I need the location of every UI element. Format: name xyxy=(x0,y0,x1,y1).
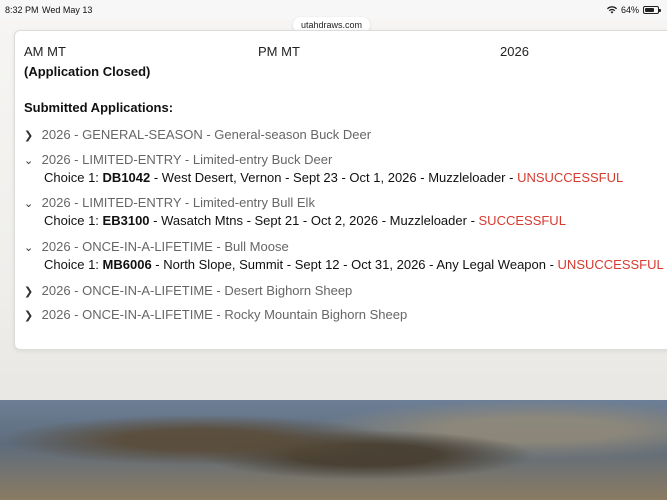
draw-result: SUCCESSFUL xyxy=(478,213,566,228)
application-title: 2026 - ONCE-IN-A-LIFETIME - Desert Bigho… xyxy=(41,283,353,298)
draw-result: UNSUCCESSFUL xyxy=(517,170,624,185)
submitted-applications-heading: Submitted Applications: xyxy=(24,100,174,115)
choice-line: Choice 1: MB6006 - North Slope, Summit -… xyxy=(44,257,664,272)
background-photo xyxy=(0,400,667,500)
application-title: 2026 - ONCE-IN-A-LIFETIME - Rocky Mounta… xyxy=(41,307,408,322)
status-date: Wed May 13 xyxy=(42,5,93,15)
truncated-text-right: 2026 xyxy=(500,44,529,59)
application-closed-label: (Application Closed) xyxy=(24,64,151,79)
chevron-right-icon: ❯ xyxy=(24,130,34,142)
hunt-code: EB3100 xyxy=(102,213,150,228)
choice-label: Choice 1: xyxy=(44,257,103,272)
choice-line: Choice 1: DB1042 - West Desert, Vernon -… xyxy=(44,170,623,185)
chevron-right-icon: ❯ xyxy=(24,310,34,322)
truncated-text-middle: PM MT xyxy=(258,44,300,59)
battery-percent: 64% xyxy=(620,5,639,15)
application-row-limited-bull-elk[interactable]: ⌄ 2026 - LIMITED-ENTRY - Limited-entry B… xyxy=(24,195,315,210)
status-right: 64% xyxy=(606,5,661,15)
chevron-down-icon: ⌄ xyxy=(24,198,34,210)
truncated-text-left: AM MT xyxy=(24,44,66,59)
application-title: 2026 - GENERAL-SEASON - General-season B… xyxy=(41,127,372,142)
chevron-right-icon: ❯ xyxy=(24,286,34,298)
application-row-limited-buck-deer[interactable]: ⌄ 2026 - LIMITED-ENTRY - Limited-entry B… xyxy=(24,152,332,167)
application-row-desert-bighorn[interactable]: ❯ 2026 - ONCE-IN-A-LIFETIME - Desert Big… xyxy=(24,283,352,298)
hunt-details: - West Desert, Vernon - Sept 23 - Oct 1,… xyxy=(150,170,518,185)
application-title: 2026 - LIMITED-ENTRY - Limited-entry Bul… xyxy=(41,195,315,210)
hunt-code: MB6006 xyxy=(102,257,152,272)
application-row-rocky-mountain-bighorn[interactable]: ❯ 2026 - ONCE-IN-A-LIFETIME - Rocky Moun… xyxy=(24,307,407,322)
application-title: 2026 - LIMITED-ENTRY - Limited-entry Buc… xyxy=(41,152,333,167)
application-title: 2026 - ONCE-IN-A-LIFETIME - Bull Moose xyxy=(41,239,289,254)
hunt-details: - Wasatch Mtns - Sept 21 - Oct 2, 2026 -… xyxy=(149,213,479,228)
chevron-down-icon: ⌄ xyxy=(24,155,34,167)
wifi-icon xyxy=(606,6,617,14)
application-row-bull-moose[interactable]: ⌄ 2026 - ONCE-IN-A-LIFETIME - Bull Moose xyxy=(24,239,289,254)
chevron-down-icon: ⌄ xyxy=(24,242,34,254)
choice-line: Choice 1: EB3100 - Wasatch Mtns - Sept 2… xyxy=(44,213,566,228)
hunt-details: - North Slope, Summit - Sept 12 - Oct 31… xyxy=(151,257,558,272)
status-time: 8:32 PM xyxy=(5,5,39,15)
choice-label: Choice 1: xyxy=(44,170,103,185)
choice-label: Choice 1: xyxy=(44,213,103,228)
application-row-general-buck-deer[interactable]: ❯ 2026 - GENERAL-SEASON - General-season… xyxy=(24,127,371,142)
hunt-code: DB1042 xyxy=(102,170,151,185)
draw-result: UNSUCCESSFUL xyxy=(557,257,664,272)
battery-icon xyxy=(643,6,661,14)
